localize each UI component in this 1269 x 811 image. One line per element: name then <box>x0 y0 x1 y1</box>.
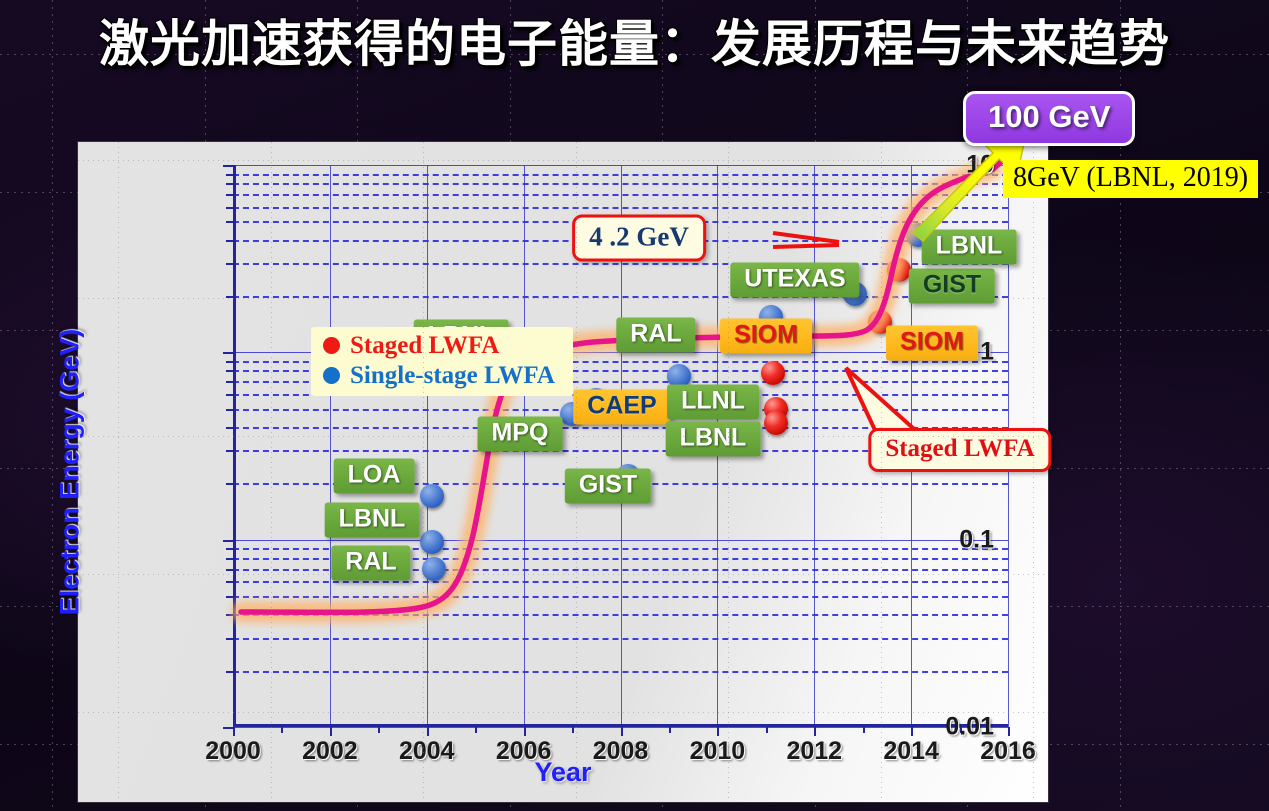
y-minor-tick <box>226 183 233 186</box>
y-minor-tick <box>226 206 233 209</box>
institution-label: LBNL <box>665 421 761 457</box>
institution-label: MPQ <box>477 416 563 452</box>
x-major-tick <box>233 727 235 736</box>
y-minor-tick <box>226 426 233 429</box>
x-major-tick <box>717 727 720 736</box>
institution-label: LOA <box>333 458 415 494</box>
y-axis-tick-label: 0.1 <box>959 525 994 554</box>
y-minor-tick <box>226 614 233 617</box>
x-axis-tick-label: 2002 <box>302 737 358 765</box>
y-minor-tick <box>226 370 233 373</box>
y-minor-tick <box>226 262 233 265</box>
y-minor-tick <box>226 173 233 176</box>
x-minor-tick <box>378 727 381 733</box>
legend-marker-blue-icon <box>323 366 340 384</box>
y-minor-tick <box>226 393 233 396</box>
legend-item-single: Single-stage LWFA <box>323 361 555 391</box>
institution-label: LBNL <box>921 229 1017 265</box>
y-major-tick <box>223 727 233 729</box>
institution-label: SIOM <box>886 325 978 361</box>
y-axis-tick-label: 1 <box>980 337 994 366</box>
plot-area: LOALBNLRALMPQLBNLGISTCAEPRALLLNLLBNLSIOM… <box>205 140 1052 765</box>
chart-legend: Staged LWFA Single-stage LWFA <box>311 327 573 396</box>
y-minor-tick <box>226 637 233 640</box>
y-minor-tick <box>226 408 233 411</box>
x-axis-tick-label: 2014 <box>883 737 939 765</box>
x-major-tick <box>620 727 623 736</box>
x-minor-tick <box>475 727 478 733</box>
y-axis-tick-label: 10 <box>966 150 994 179</box>
legend-label-single: Single-stage LWFA <box>350 361 555 389</box>
y-minor-tick <box>226 194 233 197</box>
x-axis-tick-label: 2000 <box>205 737 261 765</box>
y-minor-tick <box>226 483 233 486</box>
card-grid-line <box>1033 142 1034 802</box>
y-minor-tick <box>226 221 233 224</box>
x-axis-tick-label: 2006 <box>495 737 552 765</box>
y-minor-tick <box>226 295 233 298</box>
y-major-tick <box>223 165 233 167</box>
y-minor-tick <box>226 381 233 384</box>
institution-label: RAL <box>331 545 411 581</box>
y-minor-tick <box>226 450 233 453</box>
institution-label: SIOM <box>720 318 812 354</box>
y-minor-tick <box>226 568 233 571</box>
institution-label: GIST <box>564 468 652 504</box>
x-minor-tick <box>572 727 575 733</box>
x-major-tick <box>1008 727 1010 736</box>
x-axis-tick-label: 2004 <box>398 737 455 765</box>
x-major-tick <box>426 727 429 736</box>
x-major-tick <box>329 727 332 736</box>
y-minor-tick <box>226 557 233 560</box>
institution-label: CAEP <box>573 389 671 425</box>
badge-100-gev: 100 GeV <box>963 91 1136 146</box>
institution-label: UTEXAS <box>730 262 860 298</box>
institution-label: GIST <box>908 268 996 304</box>
y-minor-tick <box>226 581 233 584</box>
y-major-tick <box>223 539 233 542</box>
x-major-tick <box>814 727 817 736</box>
y-minor-tick <box>226 548 233 551</box>
note-8gev-lbnl-2019: 8GeV (LBNL, 2019) <box>1003 160 1259 198</box>
x-axis-tick-label: 2010 <box>689 737 746 765</box>
x-minor-tick <box>765 727 768 733</box>
card-grid-line <box>78 160 1048 161</box>
callout-4-2-gev: 4 .2 GeV <box>572 214 706 262</box>
institution-label: RAL <box>616 317 696 353</box>
x-minor-tick <box>668 727 671 733</box>
x-axis-tick-label: 2012 <box>786 737 843 765</box>
legend-label-staged: Staged LWFA <box>350 332 500 359</box>
y-minor-tick <box>226 596 233 599</box>
y-major-tick <box>223 352 233 355</box>
card-grid-line <box>118 142 119 802</box>
x-minor-tick <box>281 727 284 733</box>
callout-staged-lwfa: Staged LWFA <box>868 428 1052 472</box>
x-minor-tick <box>862 727 865 733</box>
institution-label: LLNL <box>667 384 759 420</box>
x-major-tick <box>911 727 914 736</box>
chart-card: Electron Energy (GeV) Year LOA LBNL RAL MPQ… <box>55 140 1052 802</box>
x-axis-tick-label: 2008 <box>592 737 649 765</box>
page-title: 激光加速获得的电子能量：发展历程与未来趋势 <box>99 16 1170 72</box>
y-axis-title: Electron Energy (GeV) <box>54 328 85 616</box>
legend-marker-red-icon <box>323 337 340 355</box>
institution-label: LBNL <box>324 502 420 538</box>
legend-item-staged: Staged LWFA <box>323 331 555 361</box>
y-minor-tick <box>226 360 233 363</box>
x-axis-tick-label: 2016 <box>980 737 1036 765</box>
y-minor-tick <box>226 239 233 242</box>
y-minor-tick <box>226 670 233 673</box>
x-major-tick <box>523 727 526 736</box>
